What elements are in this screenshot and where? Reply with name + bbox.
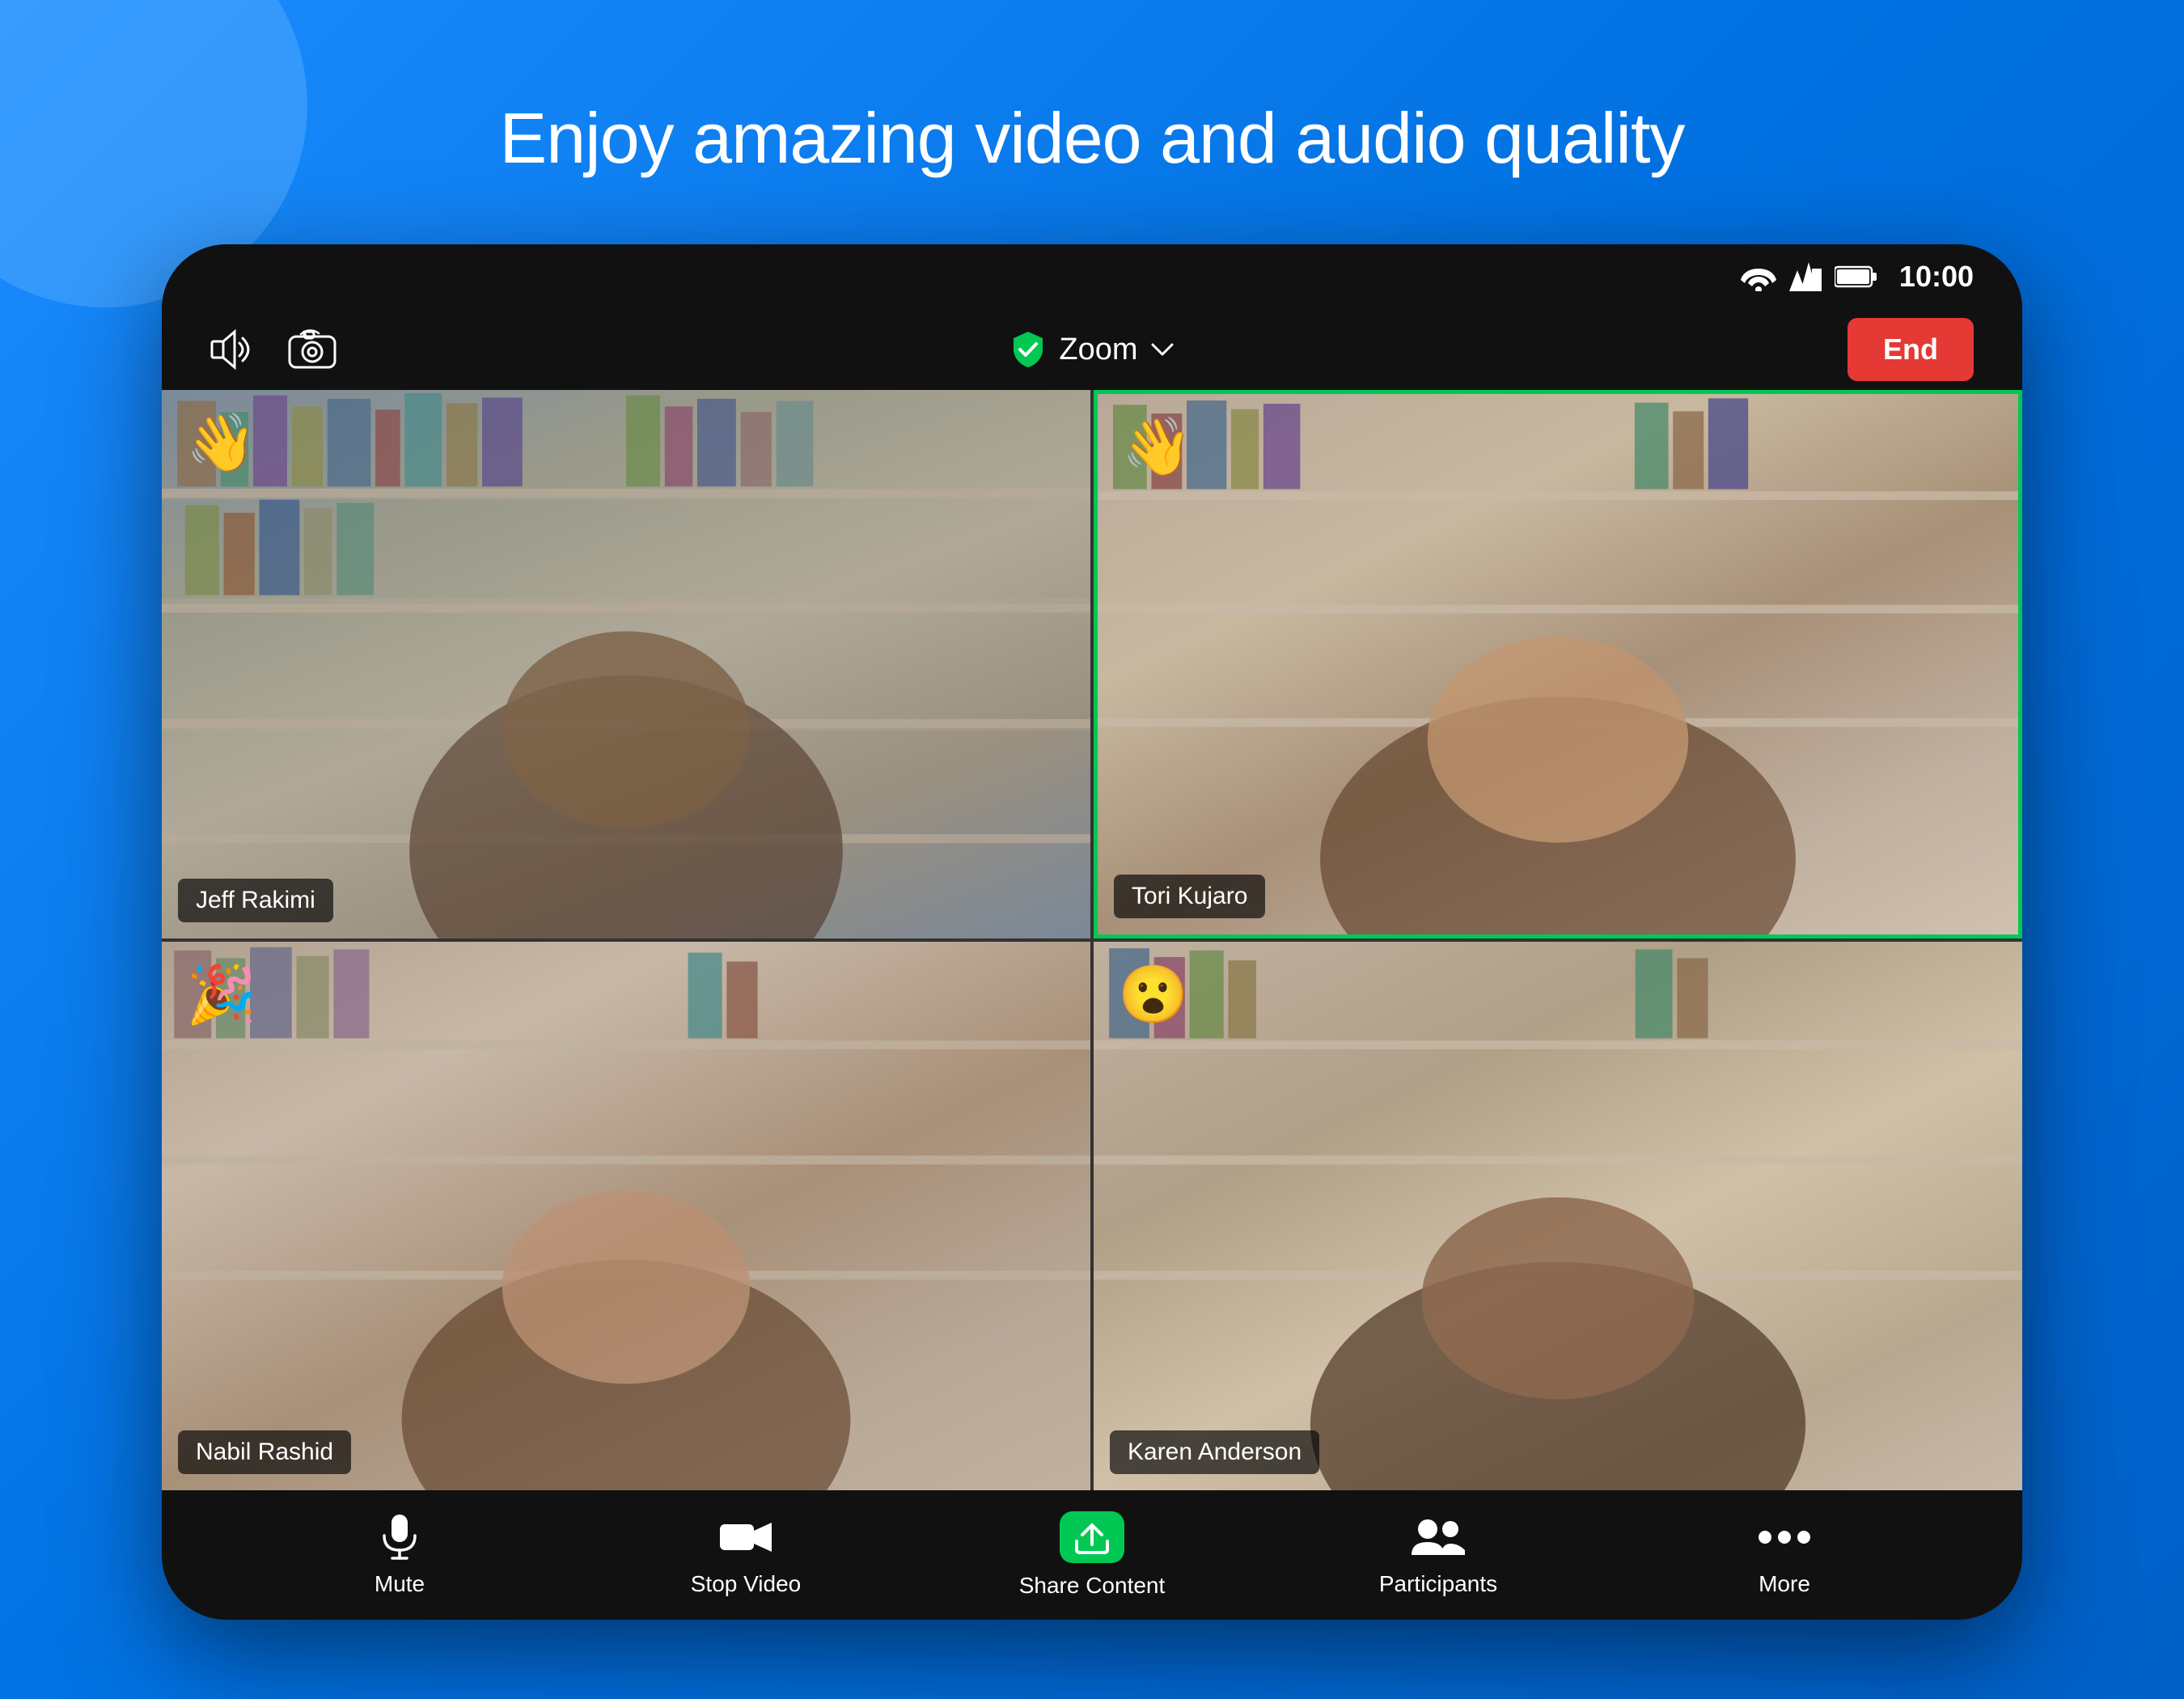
- meeting-name: Zoom: [1059, 333, 1137, 367]
- bottom-toolbar: Mute Stop Video Share Content: [162, 1490, 2022, 1620]
- top-bar-center: Zoom: [1010, 330, 1173, 369]
- end-button[interactable]: End: [1848, 318, 1974, 381]
- jeff-emoji: 👋: [186, 414, 256, 471]
- top-bar-left: [210, 328, 336, 371]
- share-content-label: Share Content: [1019, 1573, 1166, 1599]
- chevron-down-icon: [1151, 341, 1174, 358]
- camera-flip-button[interactable]: [288, 328, 336, 371]
- top-bar: Zoom End: [162, 309, 2022, 390]
- video-camera-icon: [717, 1513, 774, 1561]
- jeff-name-tag: Jeff Rakimi: [178, 879, 333, 922]
- nabil-name-tag: Nabil Rashid: [178, 1430, 351, 1474]
- video-cell-karen: 😮 Karen Anderson: [1094, 942, 2022, 1490]
- tablet-device: 10:00: [162, 244, 2022, 1620]
- camera-flip-icon: [288, 328, 336, 371]
- video-cell-nabil: 🎉 Nabil Rashid: [162, 942, 1090, 1490]
- microphone-icon: [371, 1513, 428, 1561]
- video-cell-tori: 👋 Tori Kujaro: [1094, 390, 2022, 938]
- tori-bg: [1098, 394, 2018, 934]
- nabil-bg: [162, 942, 1090, 1490]
- tori-emoji: 👋: [1122, 418, 1192, 475]
- status-bar: 10:00: [162, 244, 2022, 309]
- more-button[interactable]: More: [1704, 1513, 1865, 1597]
- participants-icon: [1410, 1513, 1467, 1561]
- share-content-button[interactable]: Share Content: [1011, 1511, 1173, 1599]
- page-headline: Enjoy amazing video and audio quality: [500, 97, 1685, 180]
- speaker-icon: [210, 328, 256, 371]
- video-cell-jeff: 👋 Jeff Rakimi: [162, 390, 1090, 938]
- wifi-icon: [1741, 262, 1776, 291]
- stop-video-button[interactable]: Stop Video: [665, 1513, 827, 1597]
- signal-icon: [1789, 262, 1822, 291]
- participants-button[interactable]: Participants: [1357, 1513, 1519, 1597]
- nabil-emoji: 🎉: [186, 966, 256, 1023]
- mute-label: Mute: [375, 1571, 425, 1597]
- participants-label: Participants: [1379, 1571, 1497, 1597]
- stop-video-label: Stop Video: [691, 1571, 802, 1597]
- status-time: 10:00: [1899, 260, 1974, 294]
- more-dots-icon: [1756, 1513, 1813, 1561]
- battery-icon: [1835, 265, 1877, 288]
- more-label: More: [1759, 1571, 1810, 1597]
- shield-icon: [1010, 330, 1046, 369]
- status-icons: 10:00: [1741, 260, 1974, 294]
- audio-button[interactable]: [210, 328, 256, 371]
- karen-bg: [1094, 942, 2022, 1490]
- share-icon-bg: [1060, 1511, 1124, 1563]
- mute-button[interactable]: Mute: [319, 1513, 480, 1597]
- video-grid: 👋 Jeff Rakimi 👋 Tori Kujaro: [162, 390, 2022, 1490]
- share-upload-icon: [1073, 1519, 1111, 1556]
- jeff-bg-shelves: [162, 390, 1090, 938]
- karen-name-tag: Karen Anderson: [1110, 1430, 1319, 1474]
- karen-emoji: 😮: [1118, 966, 1188, 1023]
- tori-name-tag: Tori Kujaro: [1114, 875, 1265, 918]
